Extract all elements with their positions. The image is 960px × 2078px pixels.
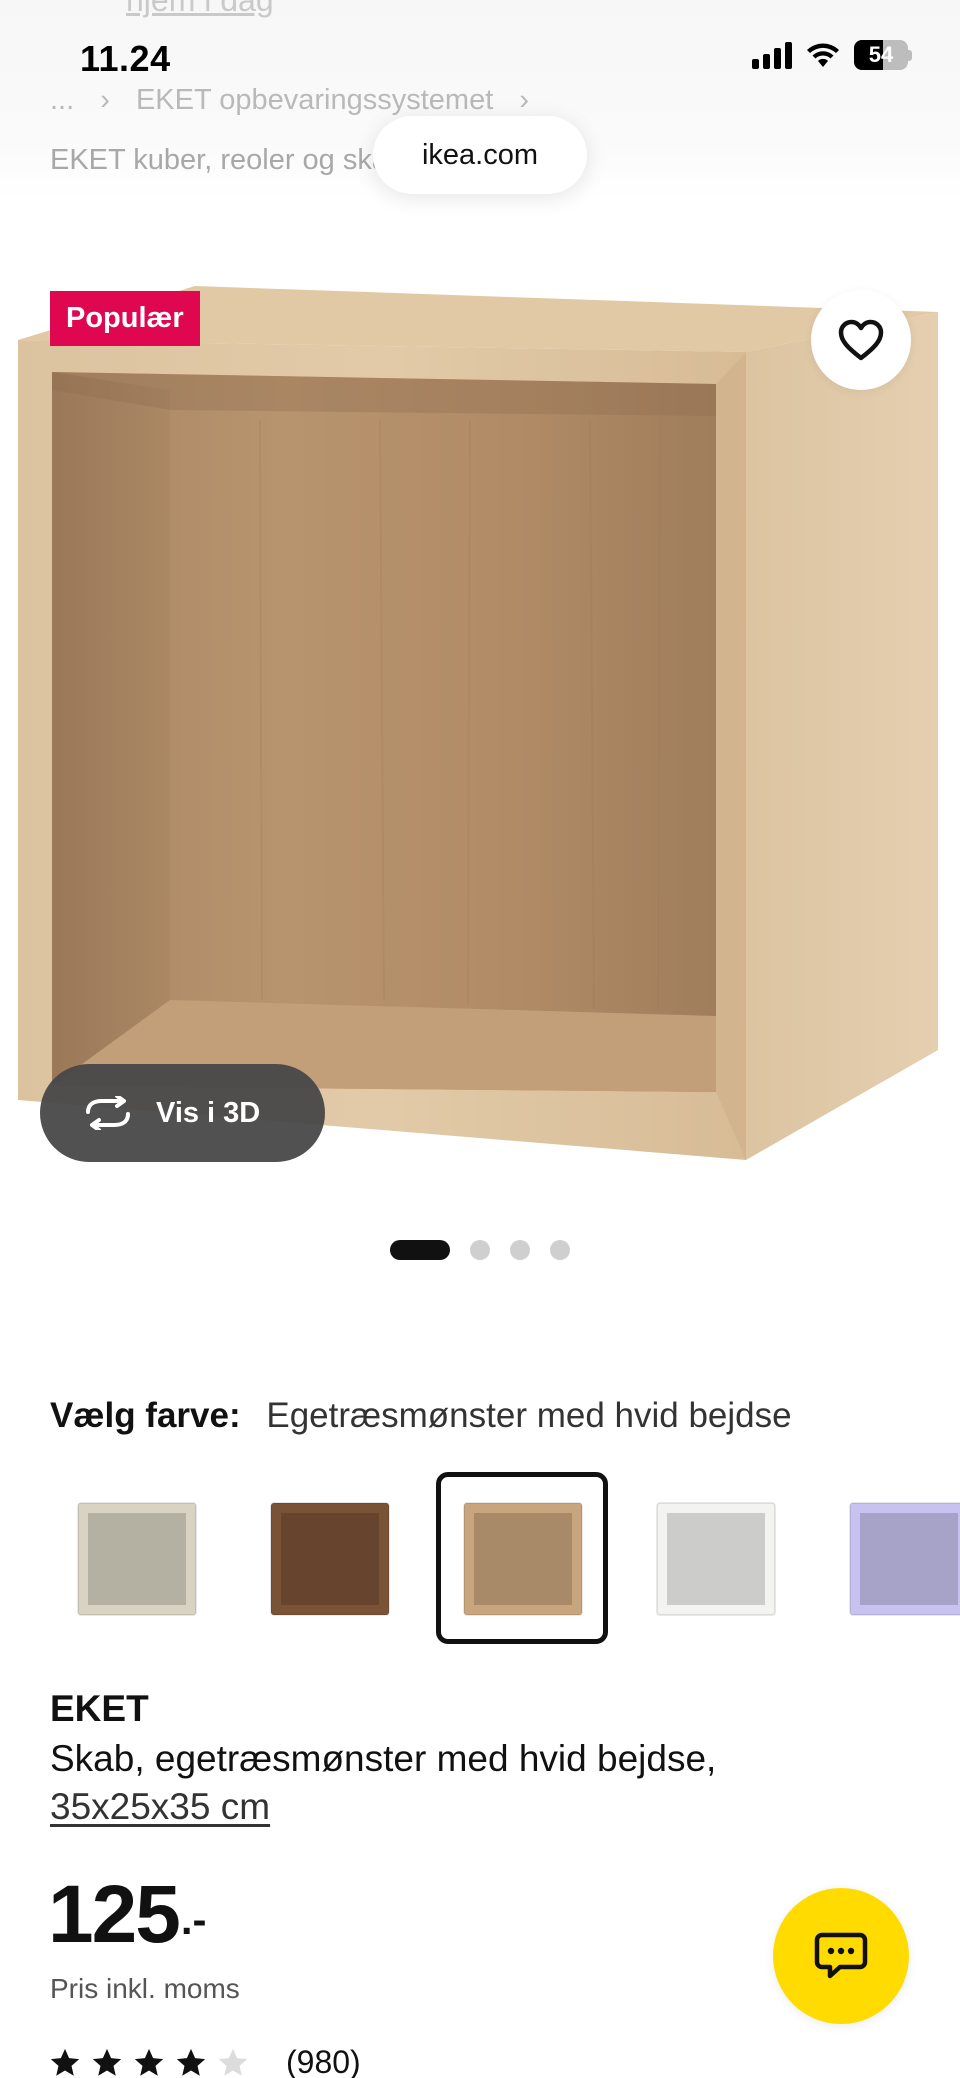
breadcrumb-ellipsis[interactable]: ... [50, 84, 74, 116]
star-icon [92, 2048, 122, 2076]
pagination-dot[interactable] [510, 1240, 530, 1260]
swatch-cabinet-image [849, 1502, 960, 1616]
breadcrumb-eket-system[interactable]: EKET opbevaringssystemet [136, 84, 493, 116]
heart-icon [838, 319, 884, 361]
swatch-cabinet-image [463, 1502, 583, 1616]
favorite-button[interactable] [811, 290, 911, 390]
price-integer: 125 [48, 1869, 181, 1960]
pagination-dot[interactable] [470, 1240, 490, 1260]
color-swatch-white-stained-oak[interactable] [436, 1472, 608, 1644]
breadcrumb: ... › EKET opbevaringssystemet › [50, 84, 547, 117]
product-image[interactable] [0, 260, 960, 1200]
view-in-3d-label: Vis i 3D [156, 1096, 261, 1129]
battery-indicator: 54 [854, 40, 912, 70]
color-swatch-white[interactable] [629, 1472, 801, 1644]
battery-percent: 54 [868, 42, 894, 67]
pagination-dot[interactable] [550, 1240, 570, 1260]
wifi-icon [807, 43, 839, 67]
rating-stars [48, 2046, 250, 2078]
swatch-cabinet-image [270, 1502, 390, 1616]
product-size-link[interactable]: 35x25x35 cm [50, 1786, 270, 1828]
color-swatch-walnut[interactable] [243, 1472, 415, 1644]
cabinet-interior-left [52, 372, 170, 1086]
battery-icon: 54 [854, 40, 908, 70]
star-icon [50, 2048, 80, 2076]
chat-button[interactable] [773, 1888, 909, 2024]
color-swatch-beige[interactable] [50, 1472, 222, 1644]
price-note: Pris inkl. moms [50, 1973, 240, 2004]
swatch-cabinet-image [77, 1502, 197, 1616]
chevron-right-icon: › [519, 84, 530, 116]
pagination-dot[interactable] [390, 1240, 450, 1260]
swatch-cabinet-image [656, 1502, 776, 1616]
url-bar[interactable]: ikea.com [373, 116, 587, 194]
status-time: 11.24 [80, 38, 171, 79]
view-in-3d-button[interactable]: Vis i 3D [40, 1064, 325, 1162]
color-swatch-lilac[interactable] [822, 1472, 960, 1644]
star-icon [134, 2048, 164, 2076]
product-rating[interactable]: (980) [48, 2044, 361, 2078]
color-selector-heading: Vælg farve: Egetræsmønster med hvid bejd… [50, 1396, 792, 1436]
color-value: Egetræsmønster med hvid bejdse [266, 1396, 792, 1435]
review-count: (980) [286, 2044, 361, 2078]
color-label: Vælg farve: [50, 1396, 241, 1435]
store-link[interactable]: hjem i dag [126, 0, 274, 19]
product-price: 125 .- [48, 1870, 206, 1970]
breadcrumb-category[interactable]: EKET kuber, reoler og skabe [50, 144, 390, 177]
chevron-right-icon: › [100, 84, 110, 116]
star-icon [218, 2048, 248, 2076]
product-name: EKET [50, 1688, 149, 1729]
cellular-signal-icon [752, 41, 792, 69]
chat-icon [814, 1932, 868, 1979]
battery-cap [908, 49, 912, 61]
cabinet-side [746, 312, 938, 1160]
popular-badge: Populær [50, 291, 200, 346]
status-icons: 54 [752, 40, 912, 70]
color-swatches [50, 1472, 960, 1644]
cabinet-edge [716, 352, 746, 1160]
product-description: Skab, egetræsmønster med hvid bejdse, [50, 1738, 717, 1779]
price-suffix: .- [180, 1896, 207, 1943]
star-icon [176, 2048, 206, 2076]
rotate-3d-icon [86, 1096, 130, 1130]
image-pagination[interactable] [0, 1240, 960, 1260]
